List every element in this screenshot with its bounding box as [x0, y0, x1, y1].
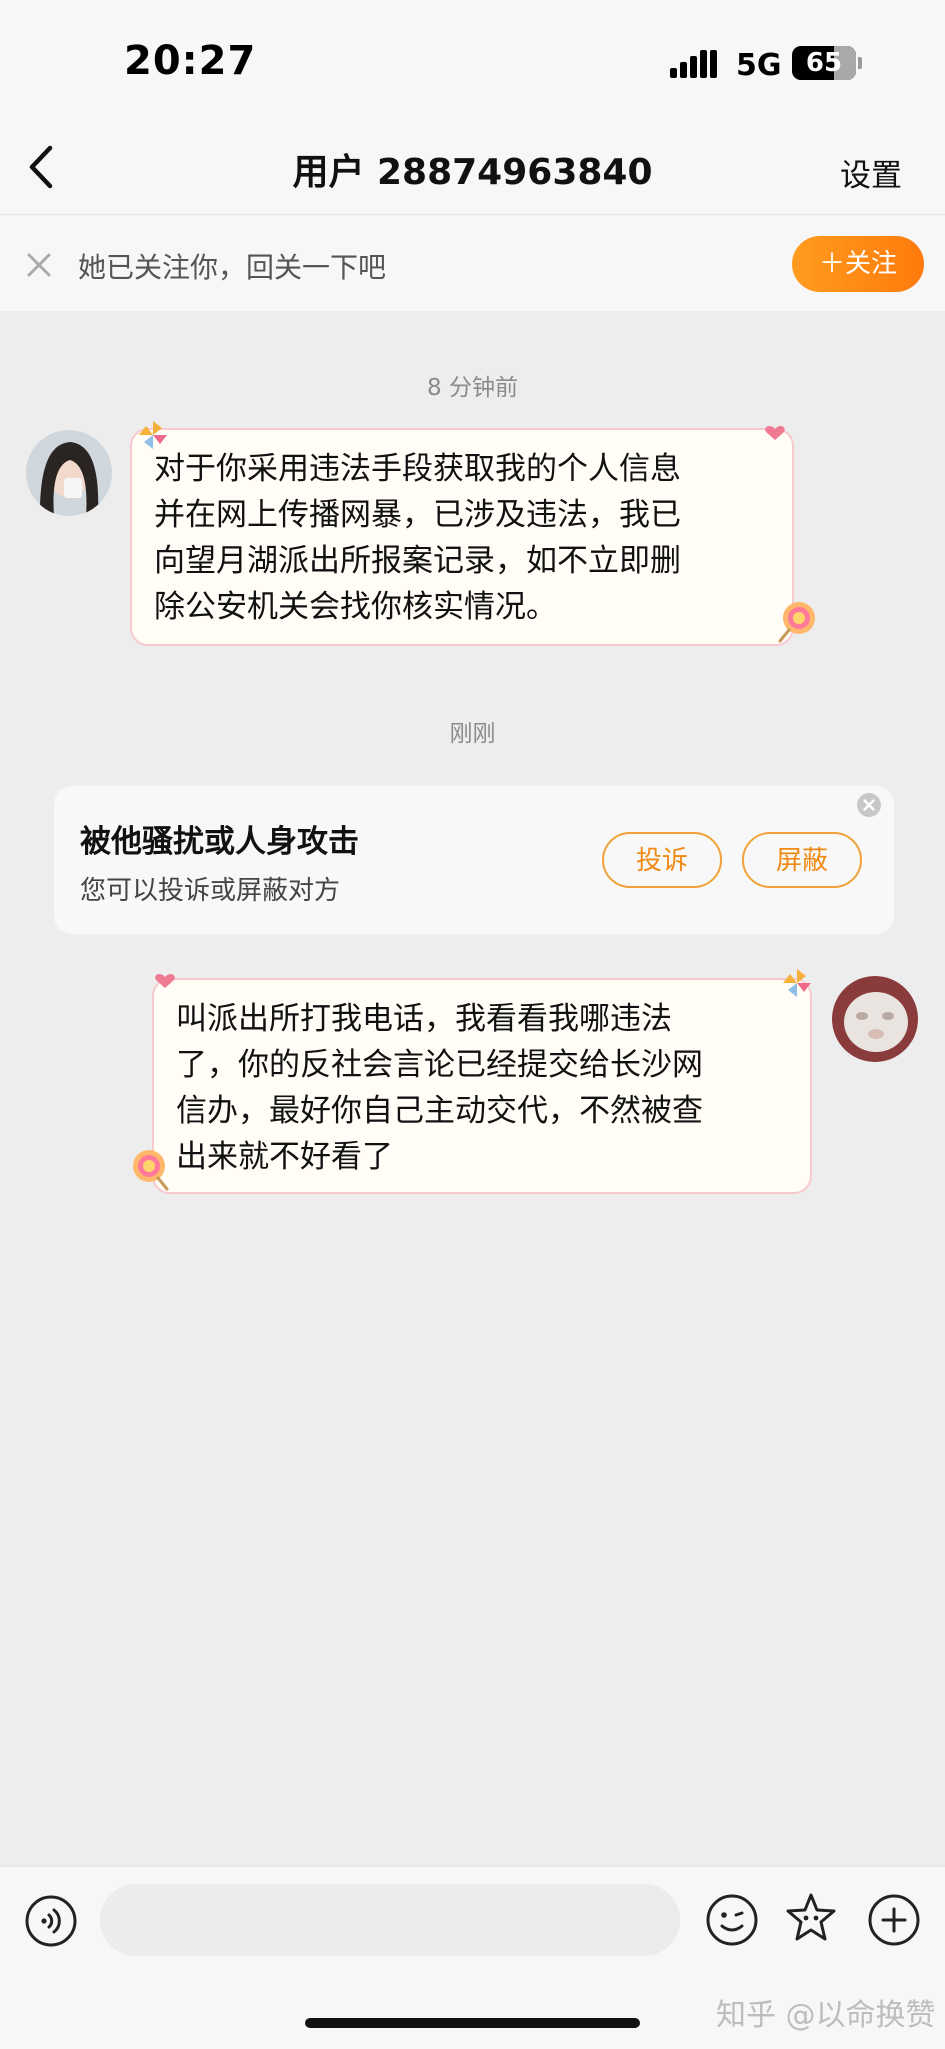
banner-close-button[interactable] — [22, 248, 56, 282]
sticker-icon — [786, 1893, 836, 1941]
close-icon — [27, 253, 51, 277]
chevron-left-icon — [29, 145, 53, 189]
message-line: 对于你采用违法手段获取我的个人信息 — [154, 451, 681, 487]
pinwheel-icon — [139, 421, 167, 449]
pinwheel-icon — [783, 969, 811, 997]
message-line: 信办，最好你自己主动交代，不然被查 — [176, 1093, 703, 1129]
message-line: 向望月湖派出所报案记录，如不立即删 — [154, 543, 681, 579]
lollipop-icon — [778, 602, 815, 643]
heart-deco-icon — [155, 973, 175, 988]
timestamp: 8 分钟前 — [427, 375, 518, 401]
page-title: 用户 28874963840 — [292, 152, 653, 193]
network-type: 5G — [736, 48, 782, 83]
avatar-sender[interactable] — [26, 430, 112, 516]
message-line: 了，你的反社会言论已经提交给长沙网 — [176, 1047, 703, 1083]
message-line: 叫派出所打我电话，我看看我哪违法 — [176, 1001, 672, 1037]
card-close-button[interactable] — [856, 792, 882, 818]
message-line: 并在网上传播网暴，已涉及违法，我已 — [154, 497, 681, 533]
emoji-icon — [706, 1894, 758, 1946]
message-bubble-incoming[interactable]: 对于你采用违法手段获取我的个人信息 并在网上传播网暴，已涉及违法，我已 向望月湖… — [130, 428, 794, 646]
sticker-button[interactable] — [782, 1890, 840, 1948]
follow-banner-text: 她已关注你，回关一下吧 — [78, 251, 387, 284]
timestamp: 刚刚 — [449, 721, 496, 747]
emoji-button[interactable] — [704, 1892, 760, 1948]
settings-button[interactable]: 设置 — [840, 150, 902, 195]
close-circle-icon — [857, 793, 881, 817]
battery-level: 65 — [805, 48, 843, 78]
follow-button[interactable]: ＋关注 — [792, 236, 924, 292]
back-button[interactable] — [18, 140, 68, 194]
message-input[interactable] — [100, 1884, 680, 1956]
heart-deco-icon — [765, 425, 785, 440]
avatar-self[interactable] — [832, 976, 918, 1062]
voice-button[interactable] — [24, 1894, 78, 1948]
block-button[interactable]: 屏蔽 — [742, 832, 862, 888]
status-time: 20:27 — [124, 38, 257, 84]
message-line: 除公安机关会找你核实情况。 — [154, 589, 557, 625]
lollipop-icon — [133, 1150, 169, 1191]
battery-icon: 65 — [792, 46, 856, 80]
avatar-image — [832, 976, 918, 1062]
signal-icon — [670, 48, 720, 78]
watermark: 知乎 @以命换赞 — [716, 1998, 936, 2033]
message-line: 出来就不好看了 — [176, 1139, 393, 1175]
avatar-image — [26, 430, 112, 516]
complain-button[interactable]: 投诉 — [602, 832, 722, 888]
battery-tip — [858, 57, 862, 69]
message-bubble-outgoing[interactable]: 叫派出所打我电话，我看看我哪违法 了，你的反社会言论已经提交给长沙网 信办，最好… — [152, 978, 812, 1194]
home-indicator — [305, 2018, 640, 2028]
harassment-card-subtitle: 您可以投诉或屏蔽对方 — [80, 876, 341, 906]
harassment-card-title: 被他骚扰或人身攻击 — [80, 824, 359, 860]
plus-icon — [868, 1894, 920, 1946]
voice-icon — [25, 1895, 77, 1947]
more-button[interactable] — [866, 1892, 922, 1948]
